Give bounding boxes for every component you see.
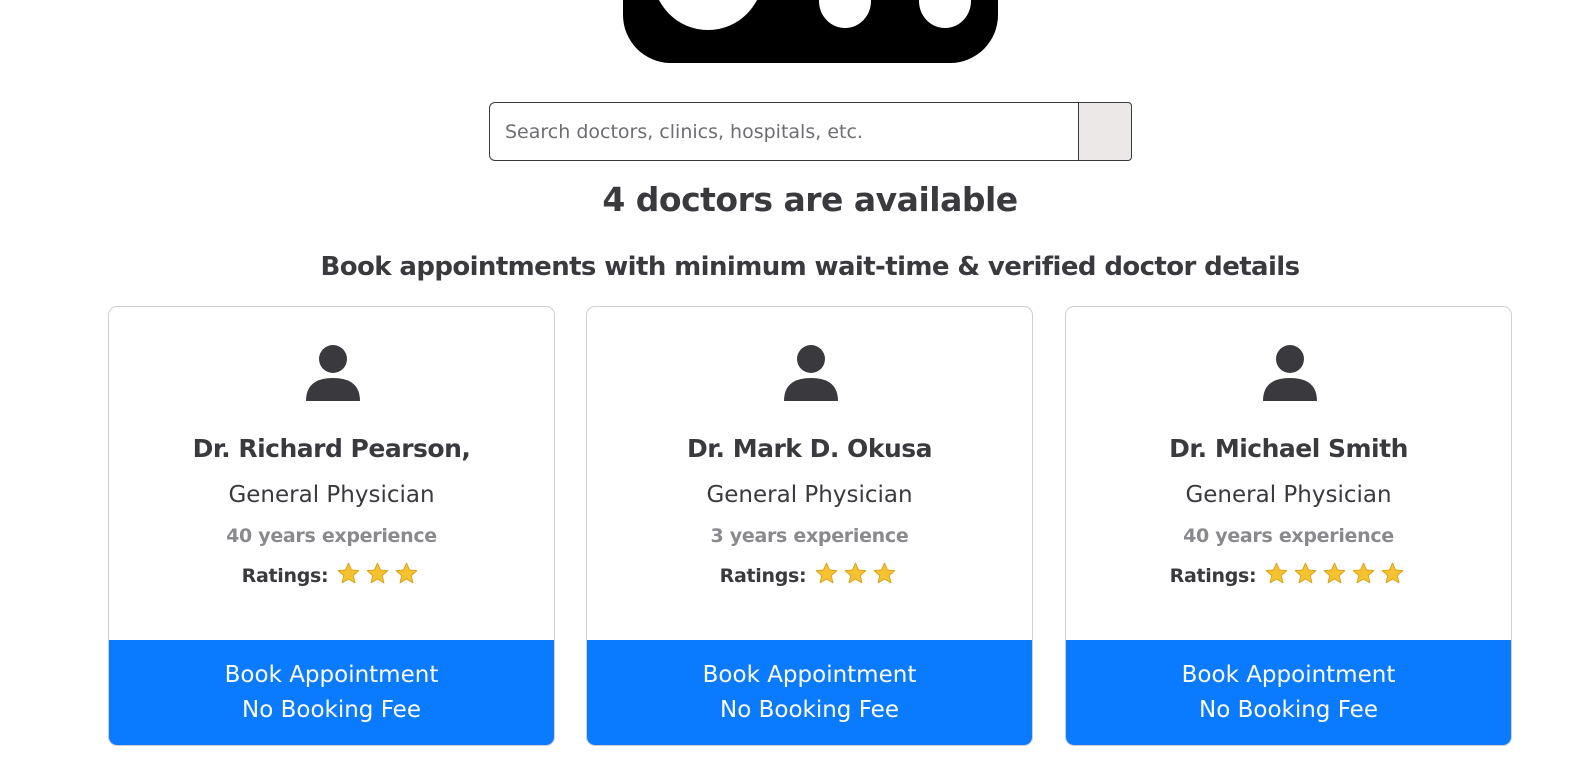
- search-bar: [489, 102, 1132, 161]
- doctor-specialty: General Physician: [1185, 482, 1392, 508]
- doctor-specialty: General Physician: [228, 482, 435, 508]
- person-icon: [1263, 345, 1317, 401]
- book-button-sublabel: No Booking Fee: [720, 696, 899, 723]
- search-button[interactable]: [1078, 102, 1132, 161]
- ratings-label: Ratings:: [241, 565, 329, 587]
- star-icon: [367, 562, 389, 584]
- doctor-name: Dr. Mark D. Okusa: [686, 434, 933, 463]
- rating-stars: [334, 561, 421, 591]
- ratings-label: Ratings:: [1169, 565, 1257, 587]
- doctor-name: Dr. Michael Smith: [1169, 434, 1408, 463]
- doctor-experience: 40 years experience: [1183, 525, 1394, 547]
- doctor-name: Dr. Richard Pearson,: [192, 434, 471, 463]
- book-button-sublabel: No Booking Fee: [1199, 696, 1378, 723]
- doctor-ratings: Ratings:: [109, 561, 554, 591]
- book-button-label: Book Appointment: [224, 661, 439, 688]
- doctor-card: Dr. Mark D. Okusa General Physician 3 ye…: [586, 306, 1033, 746]
- person-icon: [306, 345, 360, 401]
- doctor-ratings: Ratings:: [1066, 561, 1511, 591]
- doctor-experience: 3 years experience: [710, 525, 909, 547]
- star-icon: [845, 562, 867, 584]
- doctor-count-heading: 4 doctors are available: [602, 180, 1018, 219]
- logo: [623, 0, 998, 63]
- star-icon: [338, 562, 360, 584]
- doctor-card: Dr. Richard Pearson, General Physician 4…: [108, 306, 555, 746]
- page-subtitle: Book appointments with minimum wait-time…: [320, 252, 1301, 282]
- book-appointment-button[interactable]: Book Appointment No Booking Fee: [1066, 640, 1511, 745]
- doctor-experience: 40 years experience: [226, 525, 437, 547]
- book-button-label: Book Appointment: [702, 661, 917, 688]
- search-input[interactable]: [489, 102, 1078, 161]
- book-button-label: Book Appointment: [1181, 661, 1396, 688]
- star-icon: [1295, 562, 1317, 584]
- doctor-ratings: Ratings:: [587, 561, 1032, 591]
- doctor-card: Dr. Michael Smith General Physician 40 y…: [1065, 306, 1512, 746]
- star-icon: [816, 562, 838, 584]
- ratings-label: Ratings:: [719, 565, 807, 587]
- book-button-sublabel: No Booking Fee: [242, 696, 421, 723]
- star-icon: [1382, 562, 1404, 584]
- star-icon: [1324, 562, 1346, 584]
- person-icon: [784, 345, 838, 401]
- rating-stars: [1262, 561, 1407, 591]
- rating-stars: [812, 561, 899, 591]
- star-icon: [1266, 562, 1288, 584]
- star-icon: [874, 562, 896, 584]
- book-appointment-button[interactable]: Book Appointment No Booking Fee: [109, 640, 554, 745]
- star-icon: [396, 562, 418, 584]
- book-appointment-button[interactable]: Book Appointment No Booking Fee: [587, 640, 1032, 745]
- doctor-specialty: General Physician: [706, 482, 913, 508]
- star-icon: [1353, 562, 1375, 584]
